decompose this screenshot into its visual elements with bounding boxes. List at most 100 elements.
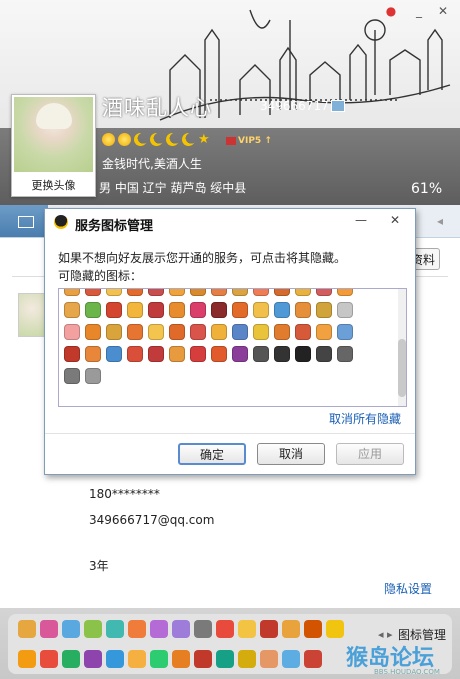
service-icon[interactable]	[232, 324, 248, 340]
service-icon[interactable]	[304, 620, 322, 638]
service-icon[interactable]	[169, 302, 185, 318]
hideable-icon-list[interactable]	[58, 288, 407, 407]
service-icon[interactable]	[232, 346, 248, 362]
service-icon[interactable]	[18, 650, 36, 668]
service-icon[interactable]	[148, 324, 164, 340]
scrollbar-thumb[interactable]	[398, 339, 406, 397]
service-icon[interactable]	[211, 346, 227, 362]
service-icon[interactable]	[211, 289, 227, 296]
service-icon[interactable]	[253, 302, 269, 318]
service-icon[interactable]	[85, 324, 101, 340]
service-icon[interactable]	[84, 650, 102, 668]
vip-badge[interactable]: VIP5 ↑	[226, 136, 272, 146]
close-icon[interactable]: ✕	[385, 212, 405, 228]
service-icon[interactable]	[127, 289, 143, 296]
service-icon[interactable]	[64, 302, 80, 318]
service-icon[interactable]	[304, 650, 322, 668]
change-avatar-button[interactable]: 更换头像	[12, 177, 95, 193]
service-icon[interactable]	[190, 289, 206, 296]
service-icon[interactable]	[194, 620, 212, 638]
cancel-button[interactable]: 取消	[257, 443, 325, 465]
service-icon[interactable]	[172, 620, 190, 638]
email-icon[interactable]	[331, 100, 345, 112]
service-icon[interactable]	[232, 289, 248, 296]
service-icon[interactable]	[64, 324, 80, 340]
service-icon[interactable]	[282, 650, 300, 668]
service-icon[interactable]	[316, 346, 332, 362]
service-icon[interactable]	[84, 620, 102, 638]
service-icon[interactable]	[295, 302, 311, 318]
basketball-icon[interactable]	[274, 346, 290, 362]
service-icon[interactable]	[106, 289, 122, 296]
service-icon[interactable]	[127, 346, 143, 362]
notification-icon[interactable]: ●	[384, 4, 398, 18]
service-icon[interactable]	[172, 650, 190, 668]
service-icon[interactable]	[295, 324, 311, 340]
service-icon[interactable]	[190, 324, 206, 340]
level-icons[interactable]: ★	[102, 133, 211, 146]
service-icon[interactable]	[128, 620, 146, 638]
service-icon[interactable]	[106, 650, 124, 668]
service-icon[interactable]	[148, 302, 164, 318]
service-icon[interactable]	[232, 302, 248, 318]
service-icon[interactable]	[274, 324, 290, 340]
unhide-all-link[interactable]: 取消所有隐藏	[329, 410, 401, 427]
minimize-icon[interactable]: —	[351, 212, 371, 228]
privacy-settings-link[interactable]: 隐私设置	[384, 580, 432, 597]
service-icon[interactable]	[62, 650, 80, 668]
service-icon[interactable]	[106, 620, 124, 638]
service-icon[interactable]	[128, 650, 146, 668]
service-icon[interactable]	[216, 650, 234, 668]
service-icon[interactable]	[238, 620, 256, 638]
tab-profile[interactable]	[0, 205, 48, 237]
service-icon[interactable]	[274, 289, 290, 296]
minimize-icon[interactable]: _	[412, 4, 426, 18]
service-icon[interactable]	[18, 620, 36, 638]
service-icon[interactable]	[62, 620, 80, 638]
service-icon[interactable]	[148, 289, 164, 296]
diamond-icon[interactable]	[85, 368, 101, 384]
service-icon[interactable]	[194, 650, 212, 668]
service-icon[interactable]	[274, 302, 290, 318]
service-icon[interactable]	[85, 346, 101, 362]
service-icon[interactable]	[85, 289, 101, 296]
service-icon[interactable]	[64, 368, 80, 384]
service-icon[interactable]	[211, 302, 227, 318]
service-icon[interactable]	[326, 620, 344, 638]
service-icon[interactable]	[316, 302, 332, 318]
service-icon[interactable]	[253, 346, 269, 362]
service-icon[interactable]	[150, 620, 168, 638]
service-icon[interactable]	[253, 289, 269, 296]
apply-button[interactable]: 应用	[336, 443, 404, 465]
service-icon[interactable]	[316, 289, 332, 296]
service-icon[interactable]	[260, 650, 278, 668]
service-icon[interactable]	[295, 289, 311, 296]
service-icon[interactable]	[337, 289, 353, 296]
service-icon[interactable]	[190, 346, 206, 362]
service-icon[interactable]	[40, 620, 58, 638]
service-icon[interactable]	[106, 346, 122, 362]
service-icon[interactable]	[127, 324, 143, 340]
service-icon[interactable]	[238, 650, 256, 668]
service-icon[interactable]	[190, 302, 206, 318]
service-icon[interactable]	[64, 346, 80, 362]
service-icon[interactable]	[169, 324, 185, 340]
bag-icon[interactable]	[295, 346, 311, 362]
service-icon[interactable]	[106, 302, 122, 318]
service-icon[interactable]	[337, 346, 353, 362]
service-icon[interactable]	[169, 289, 185, 296]
service-icon[interactable]	[40, 650, 58, 668]
service-icon[interactable]	[216, 620, 234, 638]
service-icon[interactable]	[148, 346, 164, 362]
service-icon[interactable]	[64, 289, 80, 296]
service-icon[interactable]	[106, 324, 122, 340]
service-icon[interactable]	[127, 302, 143, 318]
icon-list-scrollbar[interactable]	[398, 289, 406, 406]
service-icon[interactable]	[169, 346, 185, 362]
avatar-frame[interactable]: 更换头像	[11, 94, 96, 197]
service-icon[interactable]	[211, 324, 227, 340]
service-icon[interactable]	[150, 650, 168, 668]
service-icon[interactable]	[316, 324, 332, 340]
dialog-titlebar[interactable]: 服务图标管理 — ✕	[45, 209, 415, 235]
service-icon[interactable]	[253, 324, 269, 340]
